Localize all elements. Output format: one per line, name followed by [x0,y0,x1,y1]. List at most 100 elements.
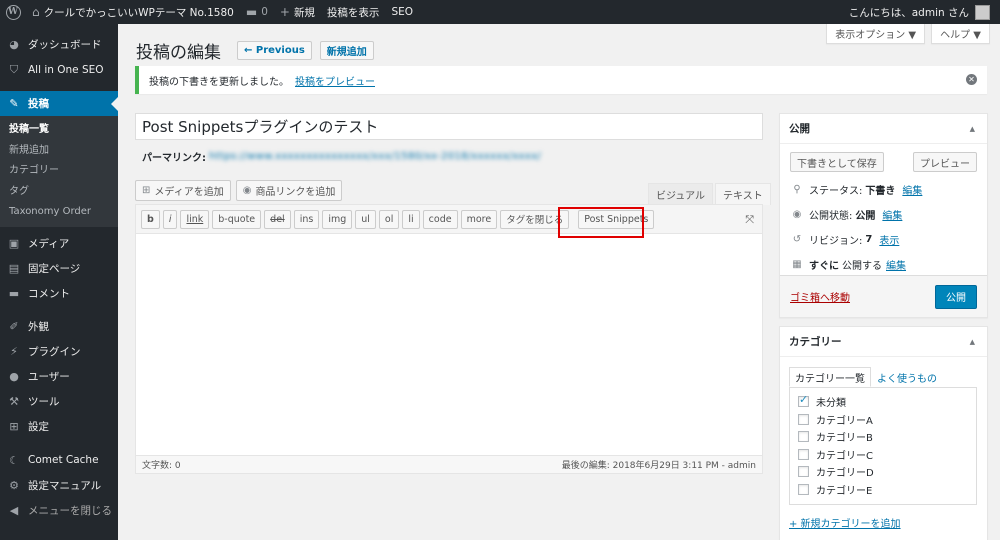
wordpress-logo-button[interactable]: W [0,0,26,24]
highlight-box [558,207,644,238]
menu-posts[interactable]: ✎ 投稿 [0,91,118,116]
wordpress-icon: W [5,4,21,20]
view-revisions-link[interactable]: 表示 [879,232,899,247]
qt-ul-button[interactable]: ul [355,209,376,229]
menu-comet-cache[interactable]: ☾ Comet Cache [0,448,118,473]
category-checkbox[interactable] [798,393,809,408]
seo-link[interactable]: SEO [385,0,419,24]
category-checkbox[interactable] [798,431,809,443]
post-title-input[interactable]: Post Snippetsプラグインのテスト [135,113,763,140]
tab-all-categories[interactable]: カテゴリー一覧 [789,367,871,387]
preview-button[interactable]: プレビュー [913,152,977,172]
tab-visual[interactable]: ビジュアル [648,183,713,205]
qt-img-button[interactable]: img [322,209,353,229]
permalink-row: パーマリンク: https://www.xxxxxxxxxxxxxxx/xxx/… [142,149,541,164]
move-to-trash-link[interactable]: ゴミ箱へ移動 [790,289,850,304]
title-row: 投稿の編集 ← Previous 新規追加 [136,38,382,63]
posts-submenu: 投稿一覧 新規追加 カテゴリー タグ Taxonomy Order [0,116,118,227]
submenu-add-new[interactable]: 新規追加 [0,141,118,162]
category-item: カテゴリーC [798,446,976,464]
menu-users[interactable]: ● ユーザー [0,364,118,389]
media-icon: ▣ [8,236,20,250]
wrench-icon: ⚒ [9,394,19,408]
tab-text[interactable]: テキスト [715,183,771,205]
collapse-menu-button[interactable]: ◀ メニューを閉じる [0,498,118,523]
qt-bold-button[interactable]: b [141,209,160,229]
add-new-category-link[interactable]: + 新規カテゴリーを追加 [780,505,987,530]
menu-media[interactable]: ▣ メディア [0,231,118,256]
menu-settings-manual[interactable]: ⚙ 設定マニュアル [0,473,118,498]
calendar-icon: ▦ [792,259,802,270]
admin-sidebar: ◕ ダッシュボード ⛉ All in One SEO ✎ 投稿 投稿一覧 新規追加 カ… [0,24,118,540]
permalink-url[interactable]: https://www.xxxxxxxxxxxxxxx/xxx/1580/xx-… [209,151,541,162]
submenu-all-posts[interactable]: 投稿一覧 [0,120,118,141]
submenu-categories[interactable]: カテゴリー [0,161,118,182]
site-name-link[interactable]: ⌂ クールでかっこいいWPテーマ No.1580 [26,0,240,24]
category-checkbox[interactable] [798,466,809,478]
comment-icon: ▬ [245,5,258,19]
edit-status-link[interactable]: 編集 [902,182,922,197]
dismiss-icon[interactable]: ✕ [966,74,977,85]
view-post-link[interactable]: 投稿を表示 [321,0,386,24]
qt-more-button[interactable]: more [460,209,498,229]
edit-schedule-link[interactable]: 編集 [886,257,906,272]
add-product-link-button[interactable]: ◉ 商品リンクを追加 [235,180,343,201]
my-account-link[interactable]: こんにちは、admin さん [843,0,1000,24]
plugin-icon: ⚡ [10,344,18,358]
edit-visibility-link[interactable]: 編集 [882,207,902,222]
fullscreen-icon[interactable]: ⤧ [745,213,754,227]
category-box: カテゴリー▲ カテゴリー一覧 よく使うもの 未分類 カテゴリーA カテゴリーB … [779,326,988,540]
screen-meta-links: 表示オプション ▼ ヘルプ ▼ [826,24,990,44]
home-icon: ⌂ [32,5,40,19]
qt-ins-button[interactable]: ins [293,209,320,229]
menu-appearance[interactable]: ✐ 外観 [0,314,118,339]
publish-box-header[interactable]: 公開 ▲ [780,114,987,144]
new-content-link[interactable]: + 新規 [274,0,321,24]
category-checkbox[interactable] [798,483,809,495]
help-button[interactable]: ヘルプ ▼ [931,24,990,44]
submenu-tags[interactable]: タグ [0,182,118,203]
media-buttons: ⊞ メディアを追加 ◉ 商品リンクを追加 [135,180,343,201]
comet-icon: ☾ [9,453,19,467]
previous-button[interactable]: ← Previous [237,41,312,60]
category-box-header[interactable]: カテゴリー ▲ [780,327,987,357]
tab-popular-categories[interactable]: よく使うもの [871,367,943,387]
qt-del-button[interactable]: del [264,209,291,229]
qt-code-button[interactable]: code [422,209,458,229]
avatar [975,4,990,20]
qt-italic-button[interactable]: i [162,209,178,229]
settings-icon: ⊞ [9,419,19,433]
menu-tools[interactable]: ⚒ ツール [0,389,118,414]
qt-blockquote-button[interactable]: b-quote [212,209,262,229]
menu-settings[interactable]: ⊞ 設定 [0,414,118,439]
submenu-taxonomy-order[interactable]: Taxonomy Order [0,202,118,223]
menu-dashboard[interactable]: ◕ ダッシュボード [0,32,118,57]
qt-ol-button[interactable]: ol [378,209,400,229]
preview-post-link[interactable]: 投稿をプレビュー [295,73,375,88]
category-item: カテゴリーE [798,481,976,499]
editor-status-bar: 文字数: 0 最後の編集: 2018年6月29日 3:11 PM - admin [136,455,762,473]
comments-link[interactable]: ▬ 0 [240,0,274,24]
publish-button[interactable]: 公開 [935,284,977,309]
category-checkbox[interactable] [798,448,809,460]
qt-li-button[interactable]: li [402,209,420,229]
menu-comments[interactable]: ▬ コメント [0,281,118,306]
menu-all-in-one-seo[interactable]: ⛉ All in One SEO [0,57,118,82]
category-checklist: 未分類 カテゴリーA カテゴリーB カテゴリーC カテゴリーD カテゴリーE [789,387,977,505]
add-new-button[interactable]: 新規追加 [319,41,374,60]
quicktags-toolbar: b i link b-quote del ins img ul ol li co… [136,205,762,238]
qt-link-button[interactable]: link [180,209,210,229]
pin-icon: ⚲ [793,184,801,195]
toggle-up-icon[interactable]: ▲ [970,125,975,133]
schedule-row: ▦ すぐに 公開する 編集 [790,252,987,277]
save-draft-button[interactable]: 下書きとして保存 [790,152,884,172]
menu-pages[interactable]: ▤ 固定ページ [0,256,118,281]
editor-textarea[interactable] [136,234,762,456]
comment-icon: ▬ [8,286,20,300]
menu-plugins[interactable]: ⚡ プラグイン [0,339,118,364]
add-media-button[interactable]: ⊞ メディアを追加 [135,180,231,201]
category-checkbox[interactable] [798,413,809,425]
toggle-up-icon[interactable]: ▲ [970,338,975,346]
editor-tabs: ビジュアル テキスト [646,183,771,205]
screen-options-button[interactable]: 表示オプション ▼ [826,24,926,44]
